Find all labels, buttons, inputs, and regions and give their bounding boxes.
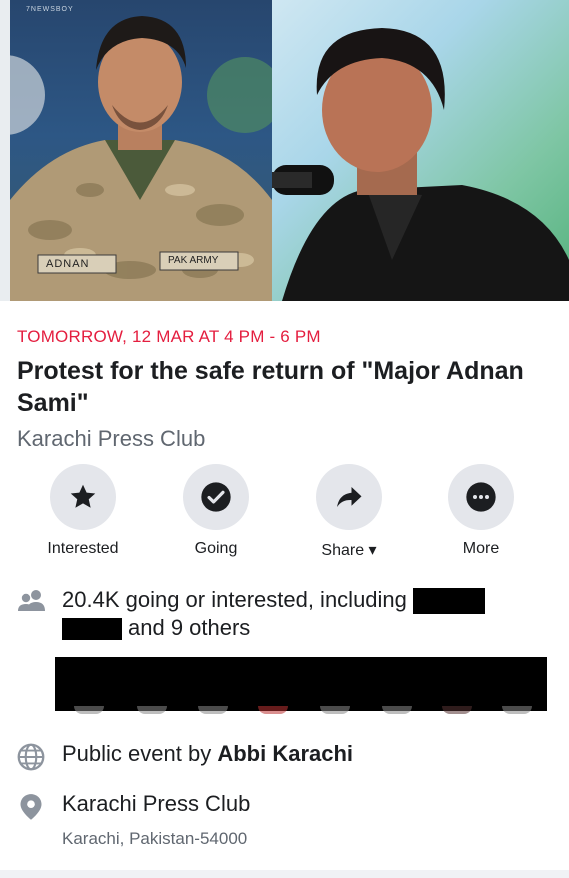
going-button[interactable]: Going (161, 464, 271, 558)
cover-photo-left-uniform: ADNAN PAK ARMY (10, 0, 272, 301)
cover-photo-right-singer (272, 0, 569, 301)
location-pin-icon (20, 794, 42, 820)
uniform-portrait-illustration (10, 16, 272, 301)
attendance-summary[interactable]: 20.4K going or interested, including and… (62, 586, 542, 642)
event-cover-photo[interactable]: ADNAN PAK ARMY 7NEWSBOY (0, 0, 569, 301)
event-host-line: Public event by Abbi Karachi (62, 741, 353, 767)
event-action-bar: Interested Going Share ▾ More (0, 464, 569, 564)
check-circle-icon (201, 482, 231, 512)
unit-tag-text: PAK ARMY (168, 255, 219, 266)
location-address: Karachi, Pakistan-54000 (62, 829, 248, 848)
avatar[interactable] (382, 706, 412, 714)
avatar[interactable] (442, 706, 472, 714)
globe-icon (17, 743, 45, 771)
star-icon (70, 484, 96, 508)
attendance-text-tail: and 9 others (128, 615, 251, 641)
section-divider (0, 870, 569, 878)
redacted-avatars-block (55, 657, 547, 711)
singer-portrait-illustration (272, 28, 569, 301)
going-label: Going (194, 540, 238, 557)
avatar[interactable] (258, 706, 288, 714)
avatar[interactable] (137, 706, 167, 714)
avatar[interactable] (74, 706, 104, 714)
redacted-name-box (62, 618, 122, 641)
cover-watermark-text: 7NEWSBOY (26, 6, 74, 13)
attendance-text-lead: 20.4K going or interested, including (62, 587, 407, 612)
share-button[interactable]: Share ▾ (294, 464, 404, 560)
share-label: Share ▾ (321, 542, 377, 559)
location-name[interactable]: Karachi Press Club (62, 791, 250, 817)
avatar[interactable] (502, 706, 532, 714)
avatar[interactable] (198, 706, 228, 714)
host-name-link[interactable]: Abbi Karachi (217, 741, 353, 766)
share-circle[interactable] (316, 464, 382, 530)
interested-button[interactable]: Interested (28, 464, 138, 558)
cover-edge-strip (0, 0, 10, 301)
event-title: Protest for the safe return of "Major Ad… (17, 357, 524, 417)
going-circle[interactable] (183, 464, 249, 530)
event-date: TOMORROW, 12 MAR AT 4 PM - 6 PM (17, 327, 321, 346)
more-label: More (462, 540, 500, 557)
more-dots-icon (466, 482, 496, 512)
avatar[interactable] (320, 706, 350, 714)
more-circle[interactable] (448, 464, 514, 530)
share-arrow-icon (337, 487, 362, 507)
people-icon (18, 590, 45, 611)
name-tag-text: ADNAN (46, 258, 90, 270)
host-prefix: Public event by (62, 741, 212, 766)
interested-label: Interested (47, 540, 119, 557)
interested-circle[interactable] (50, 464, 116, 530)
redacted-name-box (412, 588, 485, 615)
more-button[interactable]: More (426, 464, 536, 558)
event-venue-subtitle[interactable]: Karachi Press Club (17, 426, 205, 452)
